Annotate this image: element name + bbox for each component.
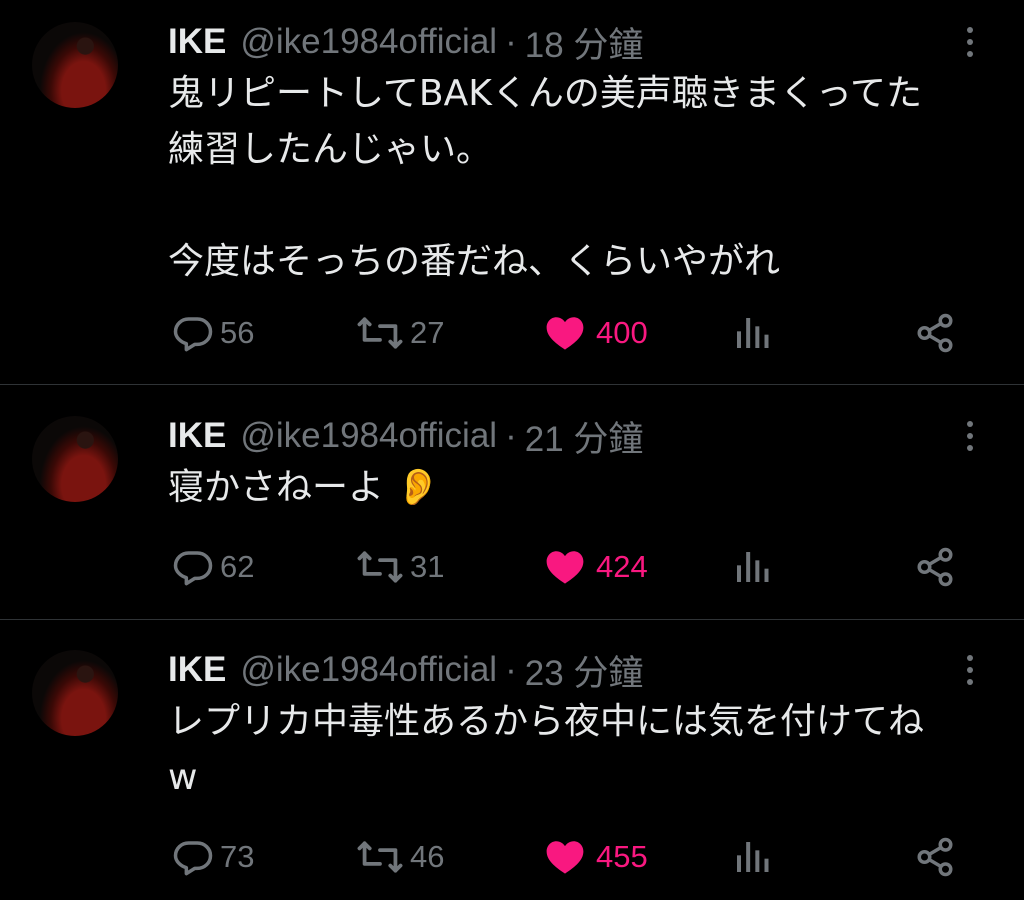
more-icon[interactable] xyxy=(956,24,984,60)
tweet-text: 寝かさねーよ 👂 xyxy=(168,467,441,508)
divider xyxy=(0,619,1024,620)
share-icon xyxy=(917,837,953,877)
retweet-count: 31 xyxy=(410,549,445,584)
share-button[interactable] xyxy=(914,308,956,358)
retweet-icon xyxy=(357,841,403,873)
more-icon[interactable] xyxy=(956,418,984,454)
tweet-text: レプリカ中毒性あるから夜中には気を付けてね w xyxy=(168,701,925,798)
reply-count: 62 xyxy=(220,549,255,584)
like-icon xyxy=(546,841,584,874)
share-button[interactable] xyxy=(914,542,956,592)
tweet-actions: 73 46 455 xyxy=(0,832,1024,882)
retweet-button[interactable]: 31 xyxy=(356,542,444,592)
tweet-actions: 62 31 424 xyxy=(0,542,1024,592)
like-count: 455 xyxy=(596,839,648,874)
separator-dot: · xyxy=(505,22,517,61)
avatar[interactable] xyxy=(32,416,118,502)
views-button[interactable] xyxy=(732,308,772,358)
tweet-header: IKE @ike1984official · 23 分鐘 xyxy=(168,646,643,694)
retweet-count: 27 xyxy=(410,315,445,350)
like-button[interactable]: 400 xyxy=(544,308,648,358)
views-button[interactable] xyxy=(732,542,772,592)
like-count: 424 xyxy=(596,549,648,584)
timestamp[interactable]: 21 分鐘 xyxy=(525,411,644,462)
tweet-header: IKE @ike1984official · 18 分鐘 xyxy=(168,18,643,66)
avatar[interactable] xyxy=(32,22,118,108)
display-name[interactable]: IKE xyxy=(168,416,226,456)
reply-button[interactable]: 56 xyxy=(172,308,254,358)
views-icon xyxy=(737,552,769,582)
tweet[interactable]: IKE @ike1984official · 18 分鐘 鬼リピートしてBAKく… xyxy=(0,18,1024,378)
more-icon[interactable] xyxy=(956,652,984,688)
tweet-text: 鬼リピートしてBAKくんの美声聴きまくってた 練習したんじゃい。 今度はそっちの… xyxy=(168,73,923,282)
tweet[interactable]: IKE @ike1984official · 21 分鐘 寝かさねーよ 👂 62… xyxy=(0,412,1024,612)
reply-icon xyxy=(173,317,213,352)
divider xyxy=(0,384,1024,385)
reply-button[interactable]: 62 xyxy=(172,542,254,592)
user-handle[interactable]: @ike1984official xyxy=(240,416,497,456)
tweet-actions: 56 27 400 xyxy=(0,308,1024,358)
like-icon xyxy=(546,317,584,350)
retweet-button[interactable]: 27 xyxy=(356,308,444,358)
like-button[interactable]: 424 xyxy=(544,542,648,592)
timestamp[interactable]: 23 分鐘 xyxy=(525,645,644,696)
share-button[interactable] xyxy=(914,832,956,882)
timestamp[interactable]: 18 分鐘 xyxy=(525,17,644,68)
views-icon xyxy=(737,318,769,348)
retweet-count: 46 xyxy=(410,839,445,874)
like-button[interactable]: 455 xyxy=(544,832,648,882)
reply-icon xyxy=(173,841,213,876)
display-name[interactable]: IKE xyxy=(168,650,226,690)
reply-icon xyxy=(173,551,213,586)
retweet-icon xyxy=(357,317,403,349)
share-icon xyxy=(917,313,953,353)
like-count: 400 xyxy=(596,315,648,350)
reply-count: 73 xyxy=(220,839,255,874)
separator-dot: · xyxy=(505,416,517,455)
tweet[interactable]: IKE @ike1984official · 23 分鐘 レプリカ中毒性あるから… xyxy=(0,646,1024,900)
separator-dot: · xyxy=(505,650,517,689)
tweet-header: IKE @ike1984official · 21 分鐘 xyxy=(168,412,643,460)
retweet-button[interactable]: 46 xyxy=(356,832,444,882)
retweet-icon xyxy=(357,551,403,583)
user-handle[interactable]: @ike1984official xyxy=(240,22,497,62)
user-handle[interactable]: @ike1984official xyxy=(240,650,497,690)
reply-count: 56 xyxy=(220,315,255,350)
views-button[interactable] xyxy=(732,832,772,882)
avatar[interactable] xyxy=(32,650,118,736)
like-icon xyxy=(546,551,584,584)
display-name[interactable]: IKE xyxy=(168,22,226,62)
share-icon xyxy=(917,547,953,587)
views-icon xyxy=(737,842,769,872)
reply-button[interactable]: 73 xyxy=(172,832,254,882)
